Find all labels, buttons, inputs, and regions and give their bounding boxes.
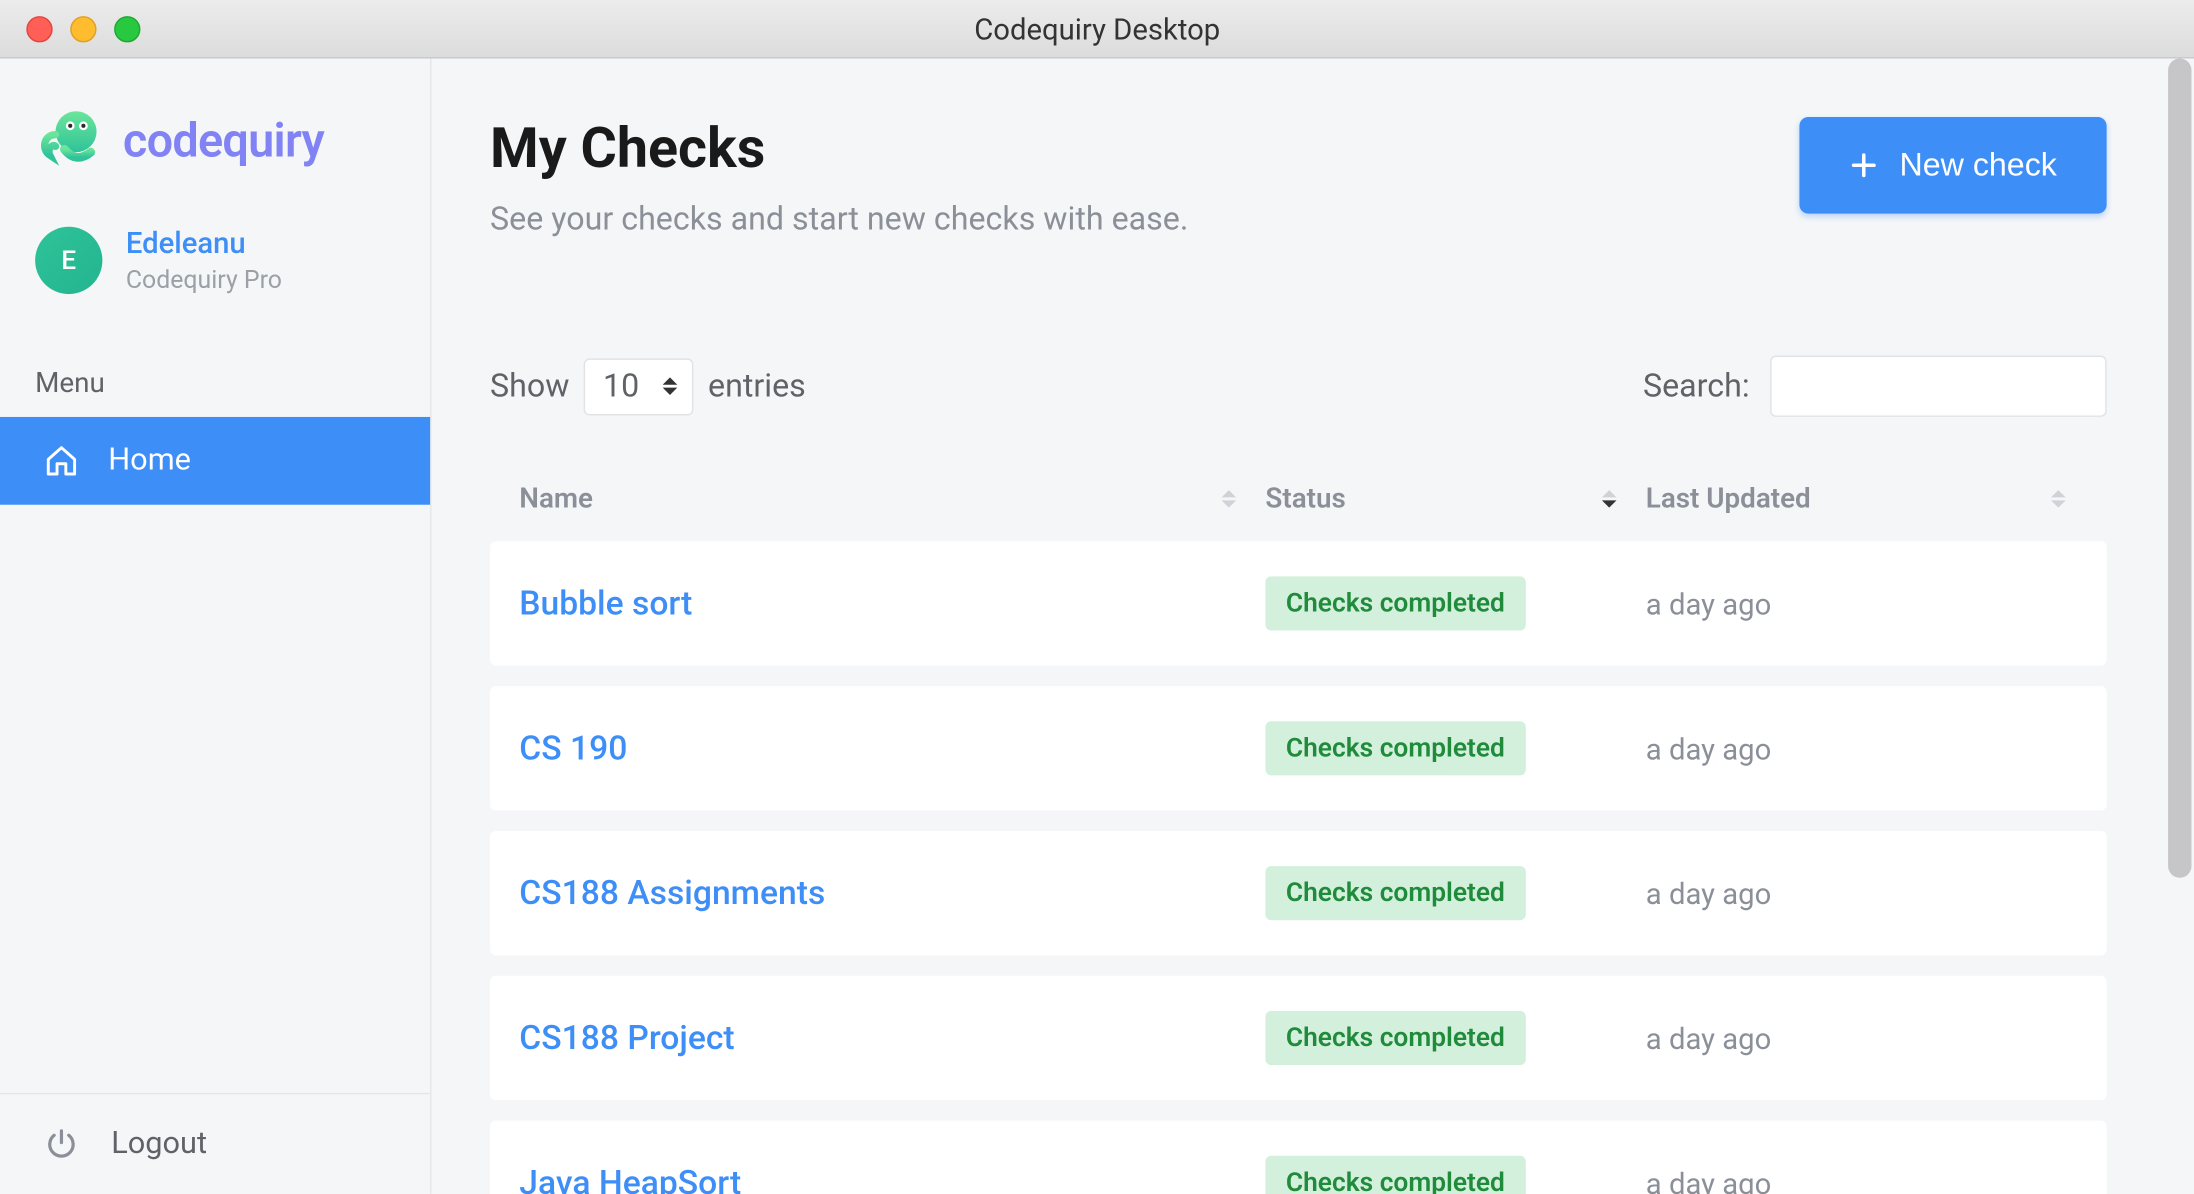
brand-name: codequiry bbox=[123, 113, 324, 169]
check-status-cell: Checks completed bbox=[1265, 1156, 1645, 1194]
check-updated: a day ago bbox=[1646, 731, 1772, 766]
entries-selector: Show 10 entries bbox=[490, 358, 806, 415]
column-header-status[interactable]: Status bbox=[1265, 481, 1645, 515]
sort-icon bbox=[1222, 489, 1237, 507]
avatar-initial: E bbox=[61, 245, 76, 276]
status-badge: Checks completed bbox=[1265, 576, 1525, 630]
user-block[interactable]: E Edeleanu Codequiry Pro bbox=[0, 211, 430, 331]
table-header: Name Status Last Updated bbox=[490, 455, 2107, 541]
check-name-link[interactable]: CS188 Assignments bbox=[519, 873, 1265, 913]
check-updated: a day ago bbox=[1646, 586, 1772, 621]
table-row: CS188 Project Checks completed a day ago bbox=[490, 976, 2107, 1100]
check-updated-cell: a day ago bbox=[1646, 876, 2078, 911]
sidebar: codequiry E Edeleanu Codequiry Pro Menu … bbox=[0, 59, 432, 1194]
page-subtitle: See your checks and start new checks wit… bbox=[490, 202, 1188, 239]
entries-select[interactable]: 10 bbox=[584, 358, 693, 415]
check-status-cell: Checks completed bbox=[1265, 721, 1645, 775]
table-row: Java HeapSort Checks completed a day ago bbox=[490, 1121, 2107, 1194]
check-updated: a day ago bbox=[1646, 1020, 1772, 1055]
column-label: Last Updated bbox=[1646, 481, 1811, 515]
page-title: My Checks bbox=[490, 117, 1188, 181]
plus-icon bbox=[1850, 151, 1879, 180]
new-check-label: New check bbox=[1900, 146, 2057, 184]
sidebar-item-label: Home bbox=[108, 443, 191, 478]
check-updated-cell: a day ago bbox=[1646, 586, 2078, 621]
brand-logo: codequiry bbox=[0, 59, 430, 211]
check-name-link[interactable]: Java HeapSort bbox=[519, 1163, 1265, 1194]
status-badge: Checks completed bbox=[1265, 721, 1525, 775]
logo-icon bbox=[35, 105, 105, 175]
check-name-link[interactable]: CS 190 bbox=[519, 729, 1265, 769]
check-name: Java HeapSort bbox=[519, 1163, 741, 1194]
sort-icon bbox=[2051, 489, 2066, 507]
window-zoom-button[interactable] bbox=[114, 15, 140, 41]
check-name: Bubble sort bbox=[519, 584, 692, 624]
check-name-link[interactable]: CS188 Project bbox=[519, 1018, 1265, 1058]
search-label: Search: bbox=[1643, 368, 1750, 405]
checks-table: Name Status Last Updated Bubble sort Chec… bbox=[490, 455, 2107, 1194]
window-close-button[interactable] bbox=[26, 15, 52, 41]
check-name: CS188 Project bbox=[519, 1018, 734, 1058]
new-check-button[interactable]: New check bbox=[1800, 117, 2107, 214]
check-name: CS188 Assignments bbox=[519, 873, 825, 913]
check-updated: a day ago bbox=[1646, 1165, 1772, 1194]
avatar: E bbox=[35, 227, 102, 294]
status-badge: Checks completed bbox=[1265, 1011, 1525, 1065]
search-input[interactable] bbox=[1770, 356, 2106, 417]
main-content: My Checks See your checks and start new … bbox=[432, 59, 2194, 1194]
window-titlebar: Codequiry Desktop bbox=[0, 0, 2194, 59]
check-name-link[interactable]: Bubble sort bbox=[519, 584, 1265, 624]
user-name[interactable]: Edeleanu bbox=[126, 225, 282, 260]
check-status-cell: Checks completed bbox=[1265, 1011, 1645, 1065]
user-plan: Codequiry Pro bbox=[126, 266, 282, 295]
column-header-name[interactable]: Name bbox=[519, 481, 1265, 515]
check-updated-cell: a day ago bbox=[1646, 1165, 2078, 1194]
traffic-lights bbox=[26, 15, 140, 41]
select-caret-icon bbox=[663, 377, 678, 395]
table-row: CS 190 Checks completed a day ago bbox=[490, 686, 2107, 810]
status-badge: Checks completed bbox=[1265, 866, 1525, 920]
table-row: Bubble sort Checks completed a day ago bbox=[490, 541, 2107, 665]
logout-label: Logout bbox=[111, 1127, 207, 1162]
column-label: Status bbox=[1265, 481, 1345, 515]
power-icon bbox=[44, 1127, 79, 1162]
check-updated-cell: a day ago bbox=[1646, 1020, 2078, 1055]
window-minimize-button[interactable] bbox=[70, 15, 96, 41]
scrollbar[interactable] bbox=[2168, 59, 2191, 878]
check-updated: a day ago bbox=[1646, 876, 1772, 911]
check-updated-cell: a day ago bbox=[1646, 731, 2078, 766]
home-icon bbox=[44, 443, 79, 478]
sort-icon bbox=[1602, 489, 1617, 507]
check-status-cell: Checks completed bbox=[1265, 576, 1645, 630]
status-badge: Checks completed bbox=[1265, 1156, 1525, 1194]
check-status-cell: Checks completed bbox=[1265, 866, 1645, 920]
entries-value: 10 bbox=[603, 368, 639, 405]
column-label: Name bbox=[519, 481, 593, 515]
show-label: Show bbox=[490, 368, 569, 405]
table-row: CS188 Assignments Checks completed a day a… bbox=[490, 831, 2107, 955]
window-title: Codequiry Desktop bbox=[974, 11, 1220, 46]
sidebar-item-home[interactable]: Home bbox=[0, 417, 430, 505]
check-name: CS 190 bbox=[519, 729, 627, 769]
entries-label: entries bbox=[708, 368, 806, 405]
logout-button[interactable]: Logout bbox=[0, 1093, 430, 1194]
column-header-updated[interactable]: Last Updated bbox=[1646, 481, 2078, 515]
menu-section-label: Menu bbox=[0, 331, 430, 417]
